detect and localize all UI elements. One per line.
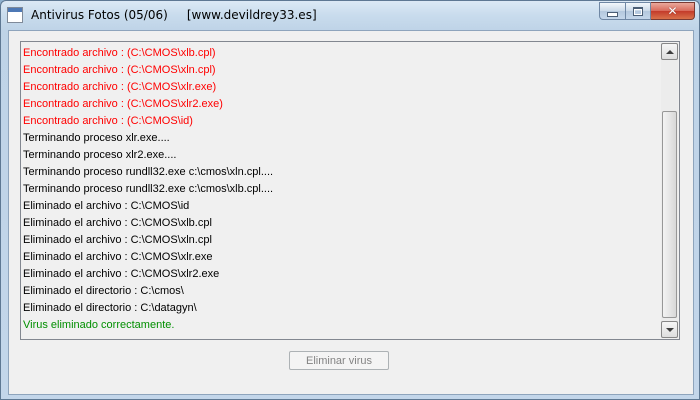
log-line: Eliminado el archivo : C:\CMOS\id [23,200,190,212]
app-window-icon[interactable] [7,7,23,23]
window-title: Antivirus Fotos (05/06) [www.devildrey33… [31,8,317,22]
log-line: Terminando proceso xlr.exe.... [23,132,170,144]
log-line: Terminando proceso rundll32.exe c:\cmos\… [23,183,274,195]
log-line: Encontrado archivo : (C:\CMOS\xlb.cpl) [23,47,216,59]
close-button[interactable]: ✕ [651,2,695,20]
client-area: Encontrado archivo : (C:\CMOS\xlb.cpl) En… [8,30,694,395]
log-listbox[interactable]: Encontrado archivo : (C:\CMOS\xlb.cpl) En… [20,41,680,340]
log-lines: Encontrado archivo : (C:\CMOS\xlb.cpl) En… [23,45,273,334]
minimize-icon [607,11,618,17]
log-line: Eliminado el directorio : C:\cmos\ [23,285,184,297]
scroll-thumb[interactable] [662,111,677,318]
chevron-up-icon [665,49,674,54]
maximize-icon [633,6,643,16]
log-line: Encontrado archivo : (C:\CMOS\id) [23,115,193,127]
log-line: Eliminado el archivo : C:\CMOS\xln.cpl [23,234,212,246]
scroll-up-button[interactable] [661,43,678,60]
maximize-button[interactable] [625,2,651,20]
eliminar-virus-button[interactable]: Eliminar virus [289,351,389,370]
log-line: Encontrado archivo : (C:\CMOS\xlr2.exe) [23,98,223,110]
title-bar[interactable]: Antivirus Fotos (05/06) [www.devildrey33… [1,1,699,31]
app-window: Antivirus Fotos (05/06) [www.devildrey33… [0,0,700,400]
log-line: Encontrado archivo : (C:\CMOS\xln.cpl) [23,64,216,76]
vertical-scrollbar[interactable] [661,43,678,338]
minimize-button[interactable] [599,2,625,20]
close-icon: ✕ [667,4,678,18]
chevron-down-icon [665,327,674,332]
log-line: Eliminado el directorio : C:\datagyn\ [23,302,197,314]
log-line: Eliminado el archivo : C:\CMOS\xlb.cpl [23,217,212,229]
log-line: Encontrado archivo : (C:\CMOS\xlr.exe) [23,81,217,93]
scroll-down-button[interactable] [661,321,678,338]
log-line: Eliminado el archivo : C:\CMOS\xlr.exe [23,251,213,263]
log-line: Virus eliminado correctamente. [23,319,175,331]
log-line: Terminando proceso rundll32.exe c:\cmos\… [23,166,274,178]
log-line: Terminando proceso xlr2.exe.... [23,149,177,161]
caption-buttons: ✕ [599,2,695,22]
log-line: Eliminado el archivo : C:\CMOS\xlr2.exe [23,268,220,280]
